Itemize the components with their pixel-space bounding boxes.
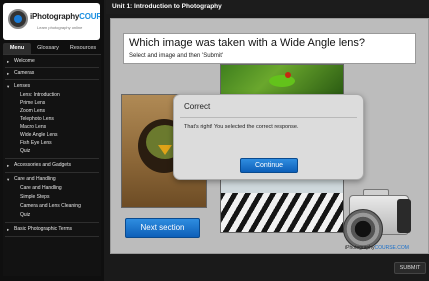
divider (5, 158, 99, 159)
answer-image-zebra[interactable] (220, 178, 344, 233)
camera-lens-icon (8, 9, 28, 29)
question-instruction: Select and image and then 'Submit' (129, 53, 224, 59)
frog-eye (285, 72, 291, 78)
correct-dialog: Correct That's right! You selected the c… (173, 94, 364, 180)
submit-button[interactable]: SUBMIT (394, 262, 426, 274)
header-bar: Unit 1: Introduction to Photography (106, 0, 429, 14)
triangle-down-icon: ▾ (7, 84, 10, 89)
answer-image-frog[interactable] (220, 64, 344, 97)
divider (5, 79, 99, 80)
zebra-sky (221, 179, 343, 193)
next-section-button[interactable]: Next section (125, 218, 200, 238)
camera-grip (397, 199, 411, 233)
sidebar: iPhotographyCOURSE.COM Learn photography… (0, 0, 104, 281)
question-box: Which image was taken with a Wide Angle … (123, 33, 416, 64)
dialog-message: That's right! You selected the correct r… (184, 124, 299, 130)
watermark: iPhotographyCOURSE.COM (345, 245, 409, 251)
continue-button[interactable]: Continue (240, 158, 298, 173)
divider (5, 172, 99, 173)
tab-glossary[interactable]: Glossary (31, 43, 65, 54)
triangle-right-icon: ▸ (7, 163, 10, 168)
triangle-right-icon: ▸ (7, 227, 10, 232)
frog-shape (269, 75, 295, 87)
triangle-right-icon: ▸ (7, 71, 10, 76)
triangle-down-icon: ▾ (7, 177, 10, 182)
dialog-title: Correct (184, 102, 211, 111)
triangle-right-icon: ▸ (7, 59, 10, 64)
dialog-divider (180, 117, 357, 118)
question-title: Which image was taken with a Wide Angle … (129, 37, 366, 49)
tab-resources[interactable]: Resources (65, 43, 101, 54)
camera-lens (343, 209, 383, 249)
sidebar-tabs: Menu Glossary Resources (3, 43, 101, 54)
logo-brand: iPhotographyCOURSE.COM (30, 12, 100, 21)
divider (5, 67, 99, 68)
logo-tagline: Learn photography online (37, 25, 83, 30)
site-logo[interactable]: iPhotographyCOURSE.COM Learn photography… (3, 3, 100, 40)
page-title: Unit 1: Introduction to Photography (112, 3, 222, 10)
course-menu: ▸ Welcome ▸ Cameras ▾ Lenses Lens: Intro… (3, 54, 101, 276)
camera-illustration (343, 187, 423, 251)
quiz-content: Which image was taken with a Wide Angle … (110, 18, 429, 254)
divider (5, 236, 99, 237)
divider (5, 222, 99, 223)
tab-menu[interactable]: Menu (3, 43, 31, 54)
